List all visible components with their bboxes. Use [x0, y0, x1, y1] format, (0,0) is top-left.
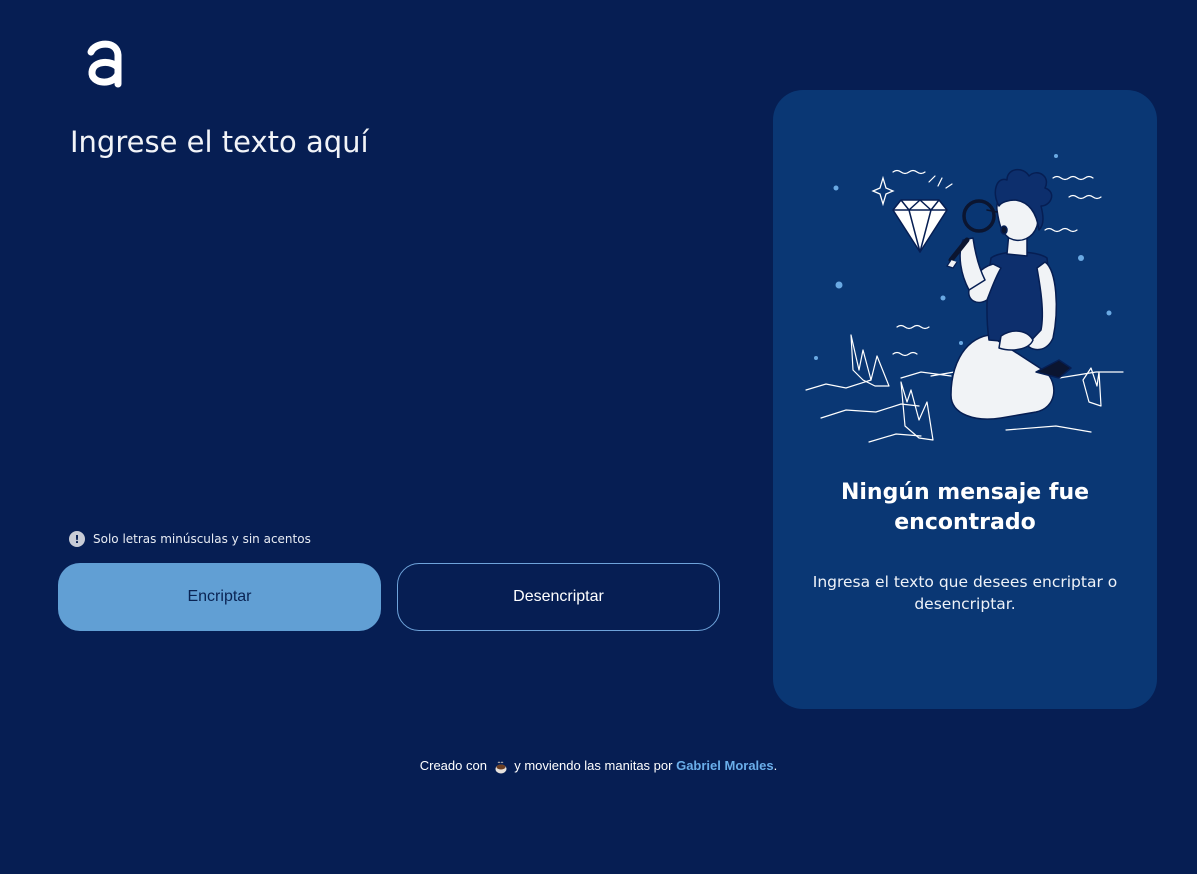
coffee-icon — [495, 761, 507, 774]
hint-text: Solo letras minúsculas y sin acentos — [93, 532, 311, 546]
exclamation-icon: ! — [69, 531, 85, 547]
logo-icon — [87, 40, 122, 88]
footer-suffix: . — [773, 758, 778, 773]
footer-prefix: Creado con — [419, 758, 487, 773]
app-page: ! Solo letras minúsculas y sin acentos E… — [0, 0, 1197, 874]
searching-person-illustration — [805, 154, 1124, 443]
footer-middle: y moviendo las manitas por — [514, 758, 673, 773]
encrypt-button[interactable]: Encriptar — [58, 563, 381, 631]
output-panel: Ningún mensaje fue encontrado Ingresa el… — [773, 90, 1157, 709]
panel-description: Ingresa el texto que desees encriptar o … — [812, 573, 1118, 613]
decrypt-button[interactable]: Desencriptar — [397, 563, 720, 631]
author-link[interactable]: Gabriel Morales — [676, 758, 774, 773]
input-hint: ! Solo letras minúsculas y sin acentos — [69, 531, 311, 547]
footer: Creado con y moviendo las manitas por Ga… — [0, 758, 1197, 774]
message-input[interactable] — [70, 124, 720, 514]
panel-title: Ningún mensaje fue encontrado — [840, 480, 1090, 535]
